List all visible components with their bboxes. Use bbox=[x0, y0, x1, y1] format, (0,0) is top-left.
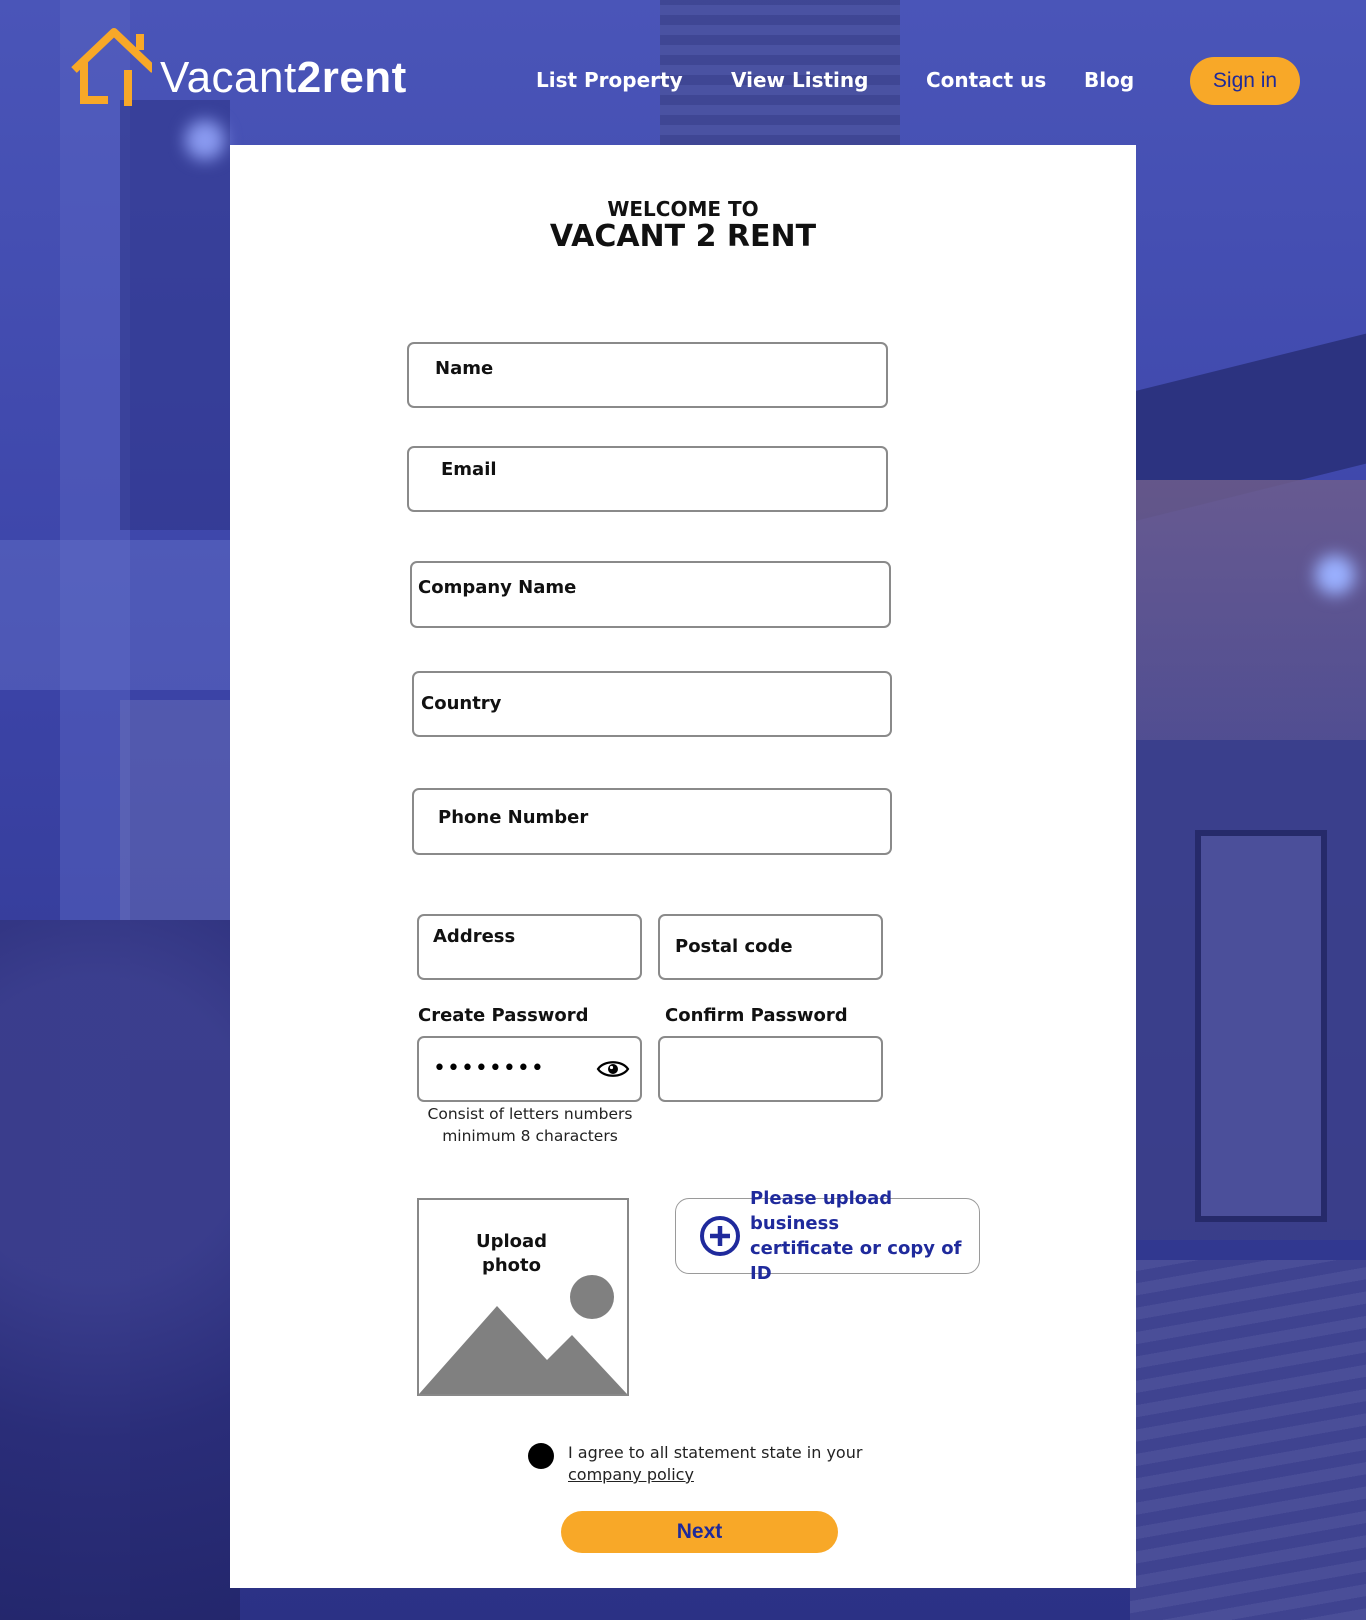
password-hint: Consist of letters numbers minimum 8 cha… bbox=[427, 1105, 633, 1145]
next-button[interactable]: Next bbox=[561, 1511, 838, 1553]
name-field[interactable]: Name bbox=[407, 342, 888, 408]
company-policy-link[interactable]: company policy bbox=[568, 1465, 694, 1484]
name-field-label: Name bbox=[435, 358, 494, 379]
brand-logo[interactable]: Vacant2rent bbox=[70, 26, 407, 108]
email-field[interactable]: Email bbox=[407, 446, 888, 512]
password-value: •••••••• bbox=[433, 1056, 545, 1081]
address-field-label: Address bbox=[433, 926, 516, 947]
nav-contact-us[interactable]: Contact us bbox=[926, 68, 1046, 92]
eye-icon[interactable] bbox=[596, 1058, 630, 1080]
upload-photo-box[interactable]: Upload photo bbox=[417, 1198, 629, 1396]
create-password-field[interactable]: •••••••• bbox=[417, 1036, 642, 1102]
company-name-field[interactable]: Company Name bbox=[410, 561, 891, 628]
signup-card: WELCOME TO VACANT 2 RENT Name Email Comp… bbox=[230, 145, 1136, 1588]
nav-list-property[interactable]: List Property bbox=[536, 68, 683, 92]
confirm-password-field[interactable] bbox=[658, 1036, 883, 1102]
phone-number-field[interactable]: Phone Number bbox=[412, 788, 892, 855]
page-title: VACANT 2 RENT bbox=[549, 219, 817, 254]
house-logo-icon bbox=[71, 28, 152, 106]
confirm-password-label: Confirm Password bbox=[665, 1005, 848, 1026]
plus-circle-icon bbox=[700, 1216, 740, 1256]
welcome-subtitle: WELCOME TO bbox=[607, 197, 759, 221]
image-placeholder-icon bbox=[419, 1275, 627, 1394]
top-header: Vacant2rent List Property View Listing C… bbox=[0, 0, 1366, 140]
email-field-label: Email bbox=[441, 459, 497, 480]
country-field[interactable]: Country bbox=[412, 671, 892, 737]
sign-in-button[interactable]: Sign in bbox=[1190, 57, 1300, 105]
agree-radio[interactable] bbox=[528, 1443, 554, 1469]
nav-view-listing[interactable]: View Listing bbox=[731, 68, 868, 92]
postal-code-field[interactable]: Postal code bbox=[658, 914, 883, 980]
country-field-label: Country bbox=[421, 693, 502, 714]
agree-text: I agree to all statement state in your bbox=[568, 1443, 863, 1462]
upload-certificate-button[interactable]: Please upload business certificate or co… bbox=[675, 1188, 980, 1284]
agreement-row: I agree to all statement state in your c… bbox=[528, 1442, 862, 1486]
create-password-label: Create Password bbox=[418, 1005, 589, 1026]
phone-number-field-label: Phone Number bbox=[438, 807, 589, 828]
company-name-field-label: Company Name bbox=[418, 577, 577, 598]
upload-certificate-label: Please upload business certificate or co… bbox=[750, 1188, 962, 1284]
address-field[interactable]: Address bbox=[417, 914, 642, 980]
brand-name: Vacant2rent bbox=[160, 53, 407, 102]
nav-blog[interactable]: Blog bbox=[1084, 68, 1134, 92]
postal-code-field-label: Postal code bbox=[675, 936, 793, 957]
